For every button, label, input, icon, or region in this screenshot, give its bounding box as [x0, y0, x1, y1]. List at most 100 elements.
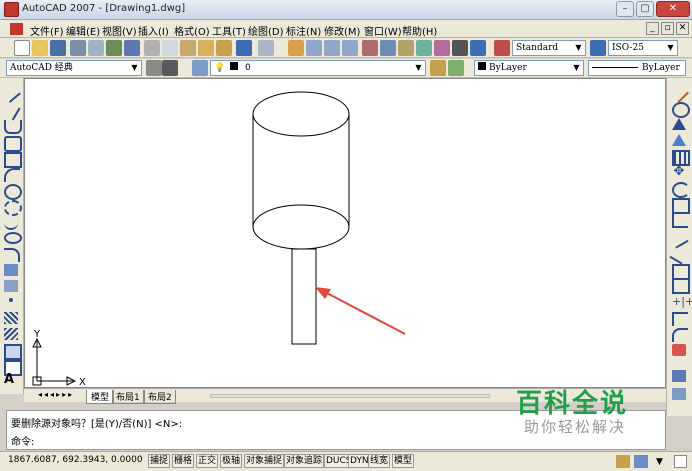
plot-preview-icon[interactable]: [88, 40, 104, 56]
make-block-icon[interactable]: [4, 280, 18, 292]
otrack-toggle[interactable]: 对象追踪: [284, 454, 325, 468]
zoom-realtime-icon[interactable]: [306, 40, 322, 56]
pan-icon[interactable]: [288, 40, 304, 56]
osnap-toggle[interactable]: 对象捕捉: [244, 454, 285, 468]
dimension-style-icon[interactable]: [590, 40, 606, 56]
linetype-select[interactable]: ByLayer: [588, 60, 686, 76]
menu-format[interactable]: 格式(O): [172, 22, 212, 39]
ellipse-arc-icon[interactable]: [4, 248, 20, 262]
region-icon[interactable]: [4, 344, 22, 360]
make-current-layer-icon[interactable]: [430, 60, 446, 76]
save-icon[interactable]: [50, 40, 66, 56]
extend-icon[interactable]: [669, 245, 689, 265]
doc-minimize-button[interactable]: _: [646, 22, 659, 35]
menu-edit[interactable]: 编辑(E): [64, 22, 102, 39]
minimize-button[interactable]: –: [616, 1, 634, 17]
cut-icon[interactable]: [144, 40, 160, 56]
tab-navigation-arrows[interactable]: ◂◂◂▸▸▸: [38, 390, 90, 401]
join-icon[interactable]: +|+: [672, 296, 692, 308]
mirror-icon[interactable]: [672, 118, 686, 130]
doc-close-button[interactable]: ✕: [676, 22, 689, 35]
workspace-select[interactable]: AutoCAD 经典 ▼: [6, 60, 142, 76]
properties-icon[interactable]: [362, 40, 378, 56]
tab-layout2[interactable]: 布局2: [144, 390, 176, 404]
model-space-toggle[interactable]: 模型: [392, 454, 415, 468]
dim-style-select[interactable]: ISO-25 ▼: [608, 40, 678, 56]
ortho-toggle[interactable]: 正交: [196, 454, 219, 468]
redo-icon[interactable]: [258, 40, 274, 56]
command-prompt[interactable]: 命令:: [11, 433, 34, 448]
draw-order-icon[interactable]: [672, 370, 686, 382]
menu-tools[interactable]: 工具(T): [210, 22, 248, 39]
close-button[interactable]: ✕: [656, 1, 690, 17]
publish-icon[interactable]: [106, 40, 122, 56]
fillet-icon[interactable]: [672, 328, 688, 342]
menu-draw[interactable]: 绘图(D): [246, 22, 286, 39]
ellipse-icon[interactable]: [4, 232, 22, 244]
spline-icon[interactable]: [4, 216, 18, 230]
workspace-settings-icon[interactable]: [146, 60, 162, 76]
autocad-app-icon[interactable]: [4, 2, 19, 17]
color-select[interactable]: ByLayer ▼: [474, 60, 584, 76]
chevron-down-icon[interactable]: ▼: [656, 457, 663, 467]
menu-file[interactable]: 文件(F): [28, 22, 66, 39]
arc-icon[interactable]: [4, 168, 20, 182]
open-icon[interactable]: [32, 40, 48, 56]
offset-icon[interactable]: [672, 134, 686, 146]
zoom-previous-icon[interactable]: [342, 40, 358, 56]
text-style-select[interactable]: Standard ▼: [512, 40, 586, 56]
snap-toggle[interactable]: 捕捉: [148, 454, 171, 468]
copy-object-icon[interactable]: [672, 102, 690, 118]
layer-select[interactable]: 💡 0 ▼: [210, 60, 426, 76]
hatch-icon[interactable]: [4, 312, 18, 324]
match-properties-icon[interactable]: [198, 40, 214, 56]
point-icon[interactable]: [9, 298, 13, 302]
communication-center-icon[interactable]: [634, 455, 648, 468]
plot-icon[interactable]: [70, 40, 86, 56]
menu-help[interactable]: 帮助(H): [400, 22, 439, 39]
explode-icon[interactable]: [672, 344, 686, 356]
stretch-icon[interactable]: [672, 214, 688, 228]
bring-front-icon[interactable]: [672, 388, 686, 400]
revision-cloud-icon[interactable]: [4, 200, 22, 216]
document-icon[interactable]: [10, 23, 23, 35]
move-icon[interactable]: ✥: [672, 165, 686, 178]
insert-block-icon[interactable]: [4, 264, 18, 276]
3d-dwf-icon[interactable]: [124, 40, 140, 56]
grid-toggle[interactable]: 栅格: [172, 454, 195, 468]
paste-icon[interactable]: [180, 40, 196, 56]
sheet-set-icon[interactable]: [416, 40, 432, 56]
break-at-point-icon[interactable]: [672, 264, 690, 280]
design-center-icon[interactable]: [380, 40, 396, 56]
multiline-text-icon[interactable]: A: [4, 373, 18, 386]
lineweight-toggle[interactable]: 线宽: [368, 454, 391, 468]
rotate-icon[interactable]: [672, 182, 690, 198]
tab-layout1[interactable]: 布局1: [112, 390, 144, 404]
circle-icon[interactable]: [4, 184, 22, 200]
trim-icon[interactable]: [669, 229, 689, 249]
line-icon[interactable]: [1, 83, 21, 103]
help-icon[interactable]: [470, 40, 486, 56]
menu-view[interactable]: 视图(V): [100, 22, 139, 39]
polar-toggle[interactable]: 极轴: [220, 454, 243, 468]
menu-dimension[interactable]: 标注(N): [284, 22, 323, 39]
maximize-button[interactable]: ▢: [636, 1, 654, 17]
tool-palettes-icon[interactable]: [398, 40, 414, 56]
copy-icon[interactable]: [162, 40, 178, 56]
save-workspace-icon[interactable]: [162, 60, 178, 76]
polyline-icon[interactable]: [4, 120, 22, 134]
menu-window[interactable]: 窗口(W): [362, 22, 404, 39]
zoom-window-icon[interactable]: [324, 40, 340, 56]
layer-manager-icon[interactable]: [192, 60, 208, 76]
clean-screen-icon[interactable]: [674, 455, 687, 468]
markup-icon[interactable]: [434, 40, 450, 56]
horizontal-scrollbar[interactable]: [210, 394, 490, 398]
scale-icon[interactable]: [672, 198, 690, 214]
rectangle-icon[interactable]: [4, 152, 22, 168]
lock-icon[interactable]: [616, 455, 630, 468]
new-icon[interactable]: [14, 40, 30, 56]
break-icon[interactable]: [672, 280, 690, 294]
menu-modify[interactable]: 修改(M): [322, 22, 362, 39]
menu-insert[interactable]: 插入(I): [136, 22, 171, 39]
gradient-icon[interactable]: [4, 328, 18, 340]
